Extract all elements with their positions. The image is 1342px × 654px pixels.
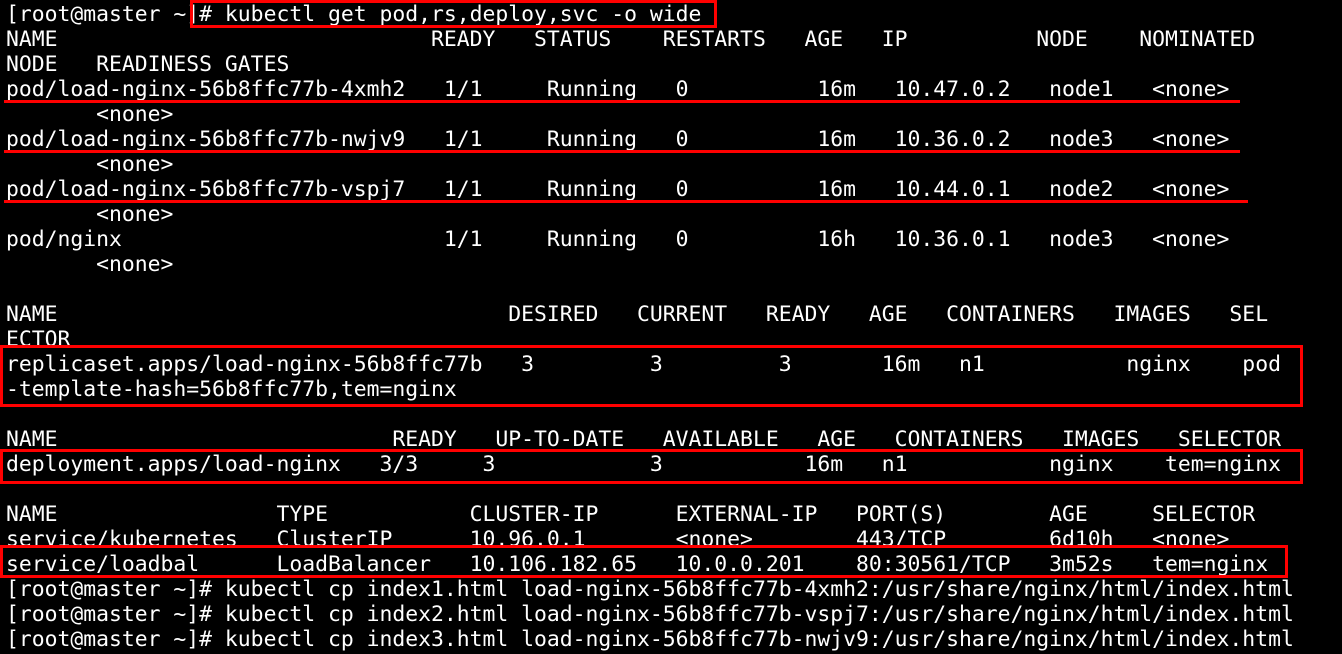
terminal-line: pod/load-nginx-56b8ffc77b-nwjv9 1/1 Runn…: [6, 127, 1230, 152]
terminal-line: [root@master ~]# kubectl cp index3.html …: [6, 627, 1294, 652]
terminal-line: [root@master ~]# kubectl cp index1.html …: [6, 577, 1294, 602]
terminal-line: NAME TYPE CLUSTER-IP EXTERNAL-IP PORT(S)…: [6, 502, 1256, 527]
terminal-line: <none>: [6, 252, 174, 277]
terminal-line: NODE READINESS GATES: [6, 52, 290, 77]
terminal-line: pod/load-nginx-56b8ffc77b-vspj7 1/1 Runn…: [6, 177, 1230, 202]
terminal-line: [root@master ~]# kubectl get pod,rs,depl…: [6, 2, 702, 27]
terminal-line: pod/nginx 1/1 Running 0 16h 10.36.0.1 no…: [6, 227, 1230, 252]
terminal-window[interactable]: [root@master ~]# kubectl get pod,rs,depl…: [0, 0, 1342, 654]
terminal-line: -template-hash=56b8ffc77b,tem=nginx: [6, 377, 457, 402]
terminal-line: <none>: [6, 102, 174, 127]
terminal-line: service/loadbal LoadBalancer 10.106.182.…: [6, 552, 1269, 577]
terminal-line: NAME DESIRED CURRENT READY AGE CONTAINER…: [6, 302, 1269, 327]
terminal-line: NAME READY STATUS RESTARTS AGE IP NODE N…: [6, 27, 1256, 52]
terminal-line: replicaset.apps/load-nginx-56b8ffc77b 3 …: [6, 352, 1281, 377]
terminal-line: ECTOR: [6, 327, 71, 352]
terminal-line: <none>: [6, 152, 174, 177]
terminal-line: NAME READY UP-TO-DATE AVAILABLE AGE CONT…: [6, 427, 1281, 452]
terminal-line: pod/load-nginx-56b8ffc77b-4xmh2 1/1 Runn…: [6, 77, 1230, 102]
terminal-line: service/kubernetes ClusterIP 10.96.0.1 <…: [6, 527, 1230, 552]
terminal-line: <none>: [6, 202, 174, 227]
terminal-line: [root@master ~]# kubectl cp index2.html …: [6, 602, 1294, 627]
terminal-line: deployment.apps/load-nginx 3/3 3 3 16m n…: [6, 452, 1281, 477]
